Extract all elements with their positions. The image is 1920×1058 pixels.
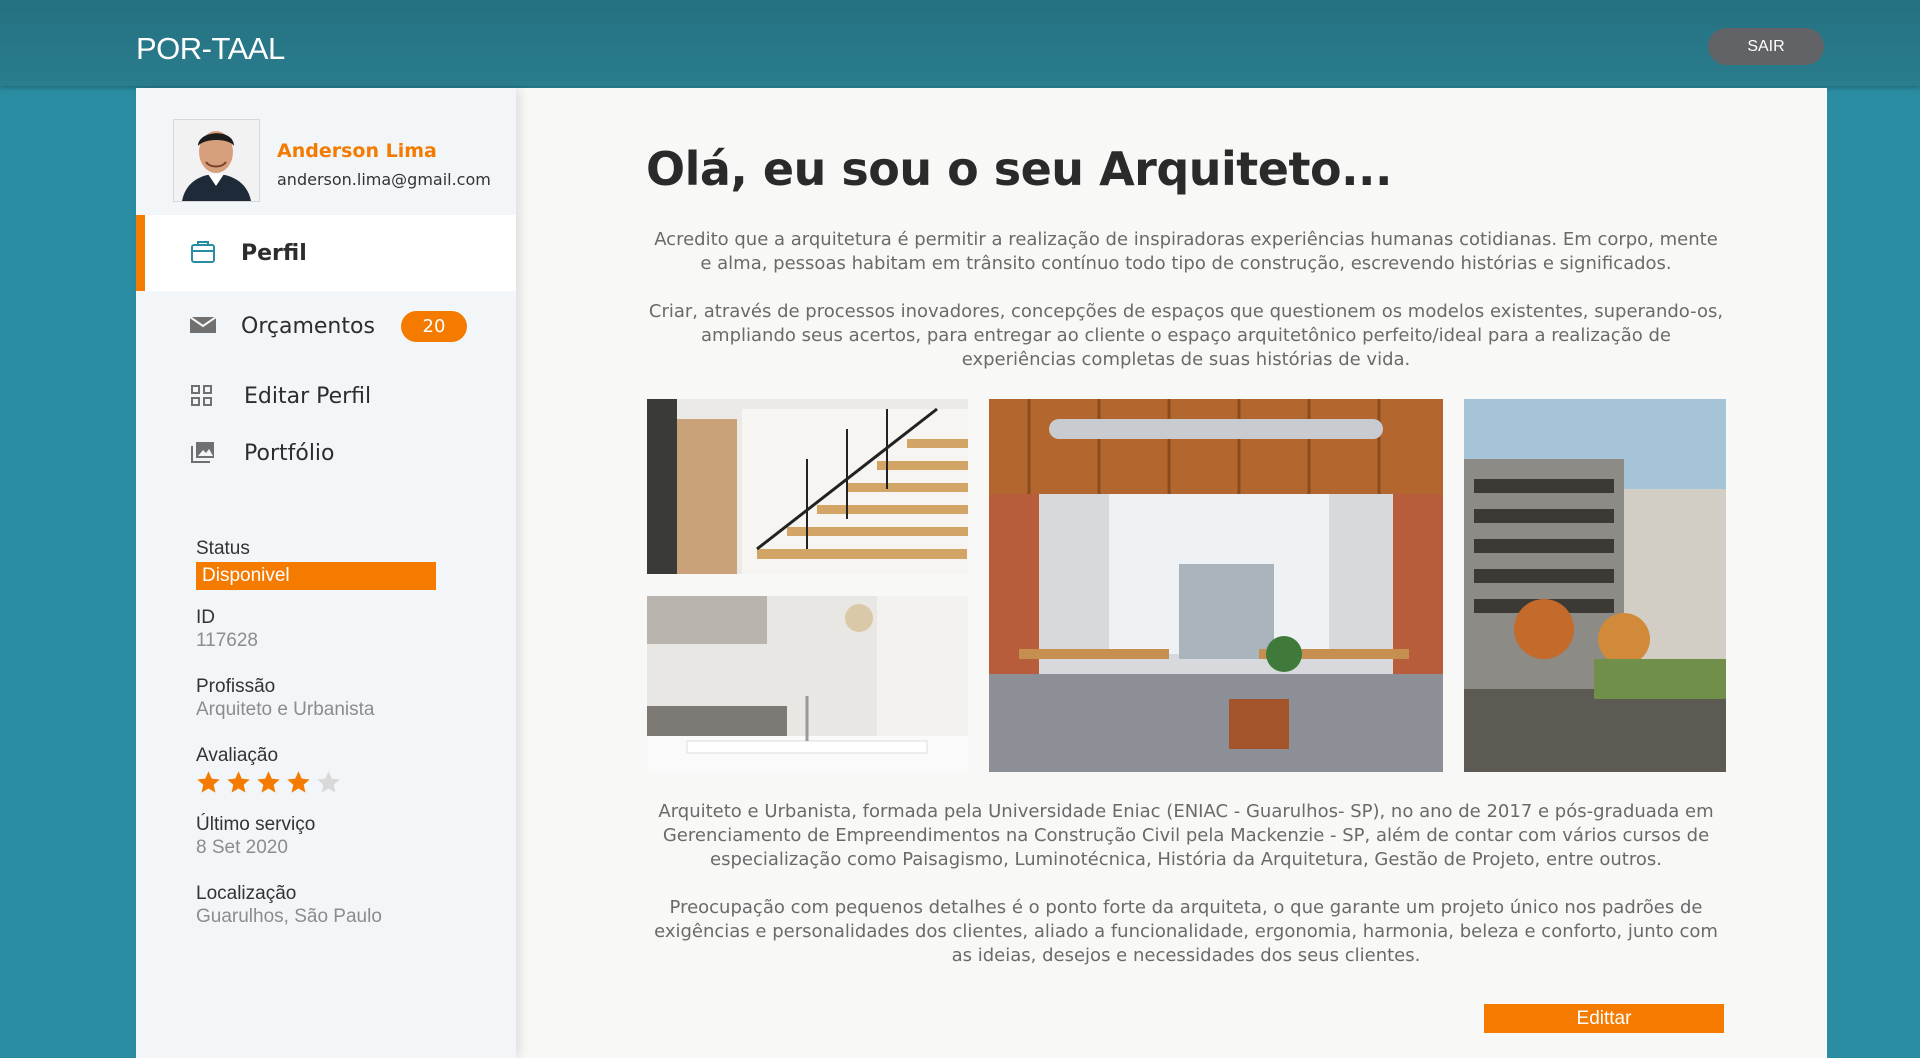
status-badge: Disponivel [196, 562, 436, 590]
edit-button[interactable]: Edittar [1484, 1004, 1724, 1033]
profile-icon [190, 240, 216, 264]
rating-stars [195, 769, 342, 796]
intro-paragraph-1: Acredito que a arquitetura é permitir a … [654, 229, 1718, 274]
star-empty-icon [317, 771, 340, 793]
status-label: Status [196, 538, 250, 559]
star-filled-icon [197, 771, 220, 793]
portfolio-photo-staircase[interactable] [647, 399, 968, 574]
star-filled-icon [257, 771, 280, 793]
grid-icon [190, 384, 216, 408]
id-label: ID [196, 607, 215, 628]
rating-label: Avaliação [196, 745, 279, 766]
nav-label-portfolio: Portfólio [244, 440, 335, 466]
budgets-count-badge: 20 [401, 310, 467, 342]
image-icon [190, 440, 216, 464]
nav-label-perfil: Perfil [241, 240, 307, 266]
avatar [173, 119, 260, 202]
brand-logo[interactable]: POR-TAAL [136, 31, 285, 67]
mail-icon [189, 315, 217, 339]
nav-label-editar-perfil: Editar Perfil [244, 383, 372, 409]
profession-value: Arquiteto e Urbanista [196, 699, 375, 720]
profession-label: Profissão [196, 676, 276, 697]
id-value: 117628 [196, 630, 258, 651]
nav-item-portfolio[interactable]: Portfólio [136, 423, 516, 483]
page-title: Olá, eu sou o seu Arquiteto... [646, 142, 1393, 196]
bio-paragraph-2: Preocupação com pequenos detalhes é o po… [654, 897, 1718, 966]
last-service-label: Último serviço [196, 814, 316, 835]
nav-item-editar-perfil[interactable]: Editar Perfil [136, 366, 516, 426]
location-label: Localização [196, 883, 297, 904]
nav-item-perfil[interactable]: Perfil [136, 215, 516, 291]
last-service-value: 8 Set 2020 [196, 837, 288, 858]
location-value: Guarulhos, São Paulo [196, 906, 382, 927]
portfolio-photo-kitchen[interactable] [647, 596, 968, 772]
nav-label-orcamentos: Orçamentos [241, 313, 375, 339]
sidebar: Anderson Lima anderson.lima@gmail.com Pe… [136, 88, 516, 1058]
nav-item-orcamentos[interactable]: Orçamentos 20 [136, 291, 516, 361]
top-bar: POR-TAAL SAIR [0, 0, 1920, 86]
bio-paragraph-1: Arquiteto e Urbanista, formada pela Univ… [658, 801, 1714, 870]
star-filled-icon [227, 771, 250, 793]
logout-button[interactable]: SAIR [1708, 28, 1824, 65]
user-name: Anderson Lima [277, 140, 437, 162]
user-email: anderson.lima@gmail.com [277, 170, 491, 189]
portfolio-photo-building[interactable] [1464, 399, 1726, 772]
intro-paragraph-2: Criar, através de processos inovadores, … [648, 301, 1724, 370]
portfolio-photo-office[interactable] [989, 399, 1443, 772]
star-filled-icon [287, 771, 310, 793]
